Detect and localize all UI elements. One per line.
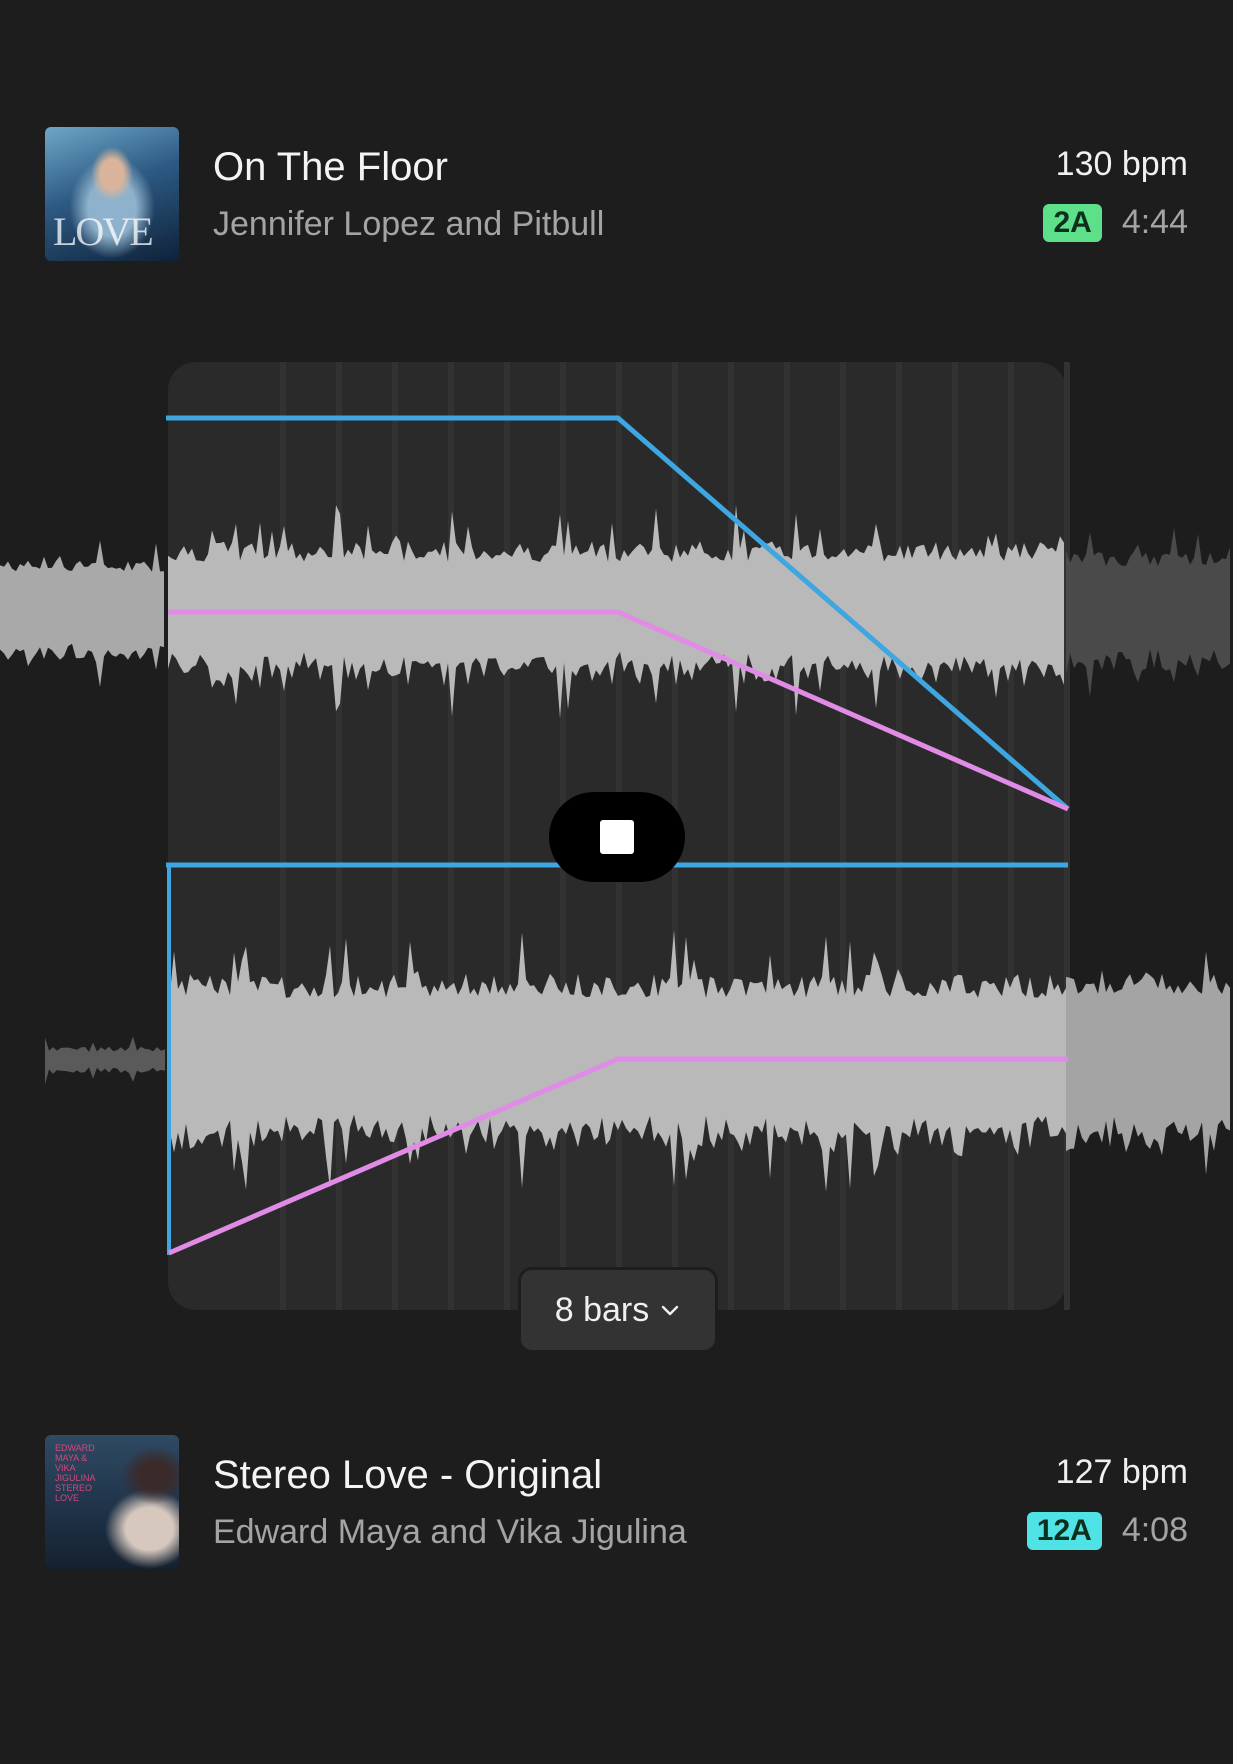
track-b-key-badge: 12A <box>1026 1511 1102 1550</box>
track-b-title: Stereo Love - Original <box>213 1453 603 1497</box>
beat-gridline <box>280 362 286 1310</box>
beat-gridline <box>896 362 902 1310</box>
track-a-meta: 2A 4:44 <box>1043 203 1188 242</box>
track-a-title: On The Floor <box>213 145 448 189</box>
beat-gridline <box>1064 362 1070 1310</box>
track-a-duration: 4:44 <box>1121 203 1188 241</box>
track-a-artist: Jennifer Lopez and Pitbull <box>213 205 605 243</box>
track-b-meta: 12A 4:08 <box>1026 1511 1188 1550</box>
beat-gridline <box>728 362 734 1310</box>
track-b-bpm: 127 bpm <box>1055 1453 1188 1491</box>
bars-dropdown[interactable]: 8 bars <box>518 1267 718 1353</box>
beat-gridline <box>784 362 790 1310</box>
track-b[interactable]: EDWARD MAYA & VIKA JIGULINA STEREO LOVE … <box>45 1435 1188 1575</box>
beat-gridline <box>448 362 454 1310</box>
beat-gridline <box>392 362 398 1310</box>
beat-gridline <box>504 362 510 1310</box>
waveform-b-outside <box>1066 951 1230 1175</box>
album-art-track-b: EDWARD MAYA & VIKA JIGULINA STEREO LOVE <box>45 1435 179 1569</box>
album-art-text: EDWARD MAYA & VIKA JIGULINA STEREO LOVE <box>55 1443 96 1503</box>
beat-gridline <box>840 362 846 1310</box>
waveform-b-left <box>45 1036 165 1085</box>
track-a-key-badge: 2A <box>1043 203 1102 242</box>
album-art-text: LOVE <box>53 209 154 254</box>
track-b-artist: Edward Maya and Vika Jigulina <box>213 1513 687 1551</box>
stop-icon <box>600 820 634 854</box>
bars-label: 8 bars <box>554 1290 650 1329</box>
stop-button[interactable] <box>549 792 685 882</box>
waveform-a-left <box>0 540 164 687</box>
beat-gridline <box>1008 362 1014 1310</box>
beat-gridline <box>336 362 342 1310</box>
track-b-duration: 4:08 <box>1121 1511 1188 1549</box>
waveform-a-outside <box>1066 527 1230 698</box>
track-a[interactable]: LOVE On The Floor Jennifer Lopez and Pit… <box>45 127 1188 267</box>
beat-gridline <box>952 362 958 1310</box>
track-a-bpm: 130 bpm <box>1055 145 1188 183</box>
chevron-down-icon <box>662 1305 679 1316</box>
album-art-track-a: LOVE <box>45 127 179 261</box>
